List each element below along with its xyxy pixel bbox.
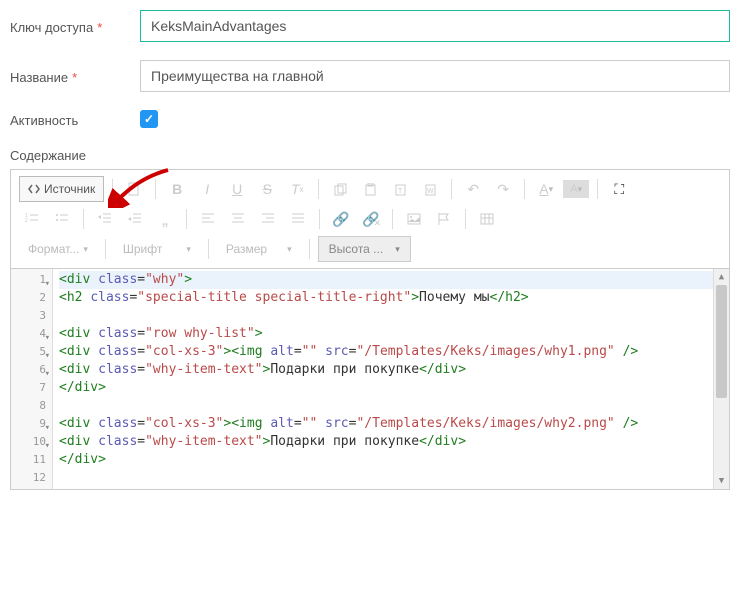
code-line[interactable]: </div>: [59, 451, 723, 469]
svg-text:2: 2: [25, 218, 28, 224]
image-button[interactable]: [401, 206, 427, 232]
flag-icon: [437, 212, 451, 226]
label-access-key: Ключ доступа*: [10, 18, 140, 35]
blockquote-button[interactable]: „: [152, 206, 178, 232]
font-dropdown[interactable]: Шрифт▾: [114, 236, 200, 262]
maximize-button[interactable]: ⛶: [606, 176, 632, 202]
code-line[interactable]: <div class="col-xs-3"><img alt="" src="/…: [59, 343, 723, 361]
copy-button[interactable]: [327, 176, 353, 202]
name-input[interactable]: [140, 60, 730, 92]
source-button[interactable]: Источник: [19, 176, 104, 202]
paste-icon: [364, 183, 377, 196]
flag-button[interactable]: [431, 206, 457, 232]
remove-format-button[interactable]: Tx: [284, 176, 310, 202]
table-button[interactable]: [474, 206, 500, 232]
editor-toolbar: Источник B I U S Tx T W ↶ ↷ A▾ A▾ ⛶ 12: [11, 170, 729, 269]
code-line[interactable]: <div class="col-xs-3"><img alt="" src="/…: [59, 487, 723, 489]
height-dropdown[interactable]: Высота ...▾: [318, 236, 411, 262]
ol-icon: 12: [25, 212, 39, 226]
underline-button[interactable]: U: [224, 176, 250, 202]
undo-button[interactable]: ↶: [460, 176, 486, 202]
align-right-button[interactable]: [255, 206, 281, 232]
outdent-button[interactable]: [92, 206, 118, 232]
label-active: Активность: [10, 111, 140, 128]
indent-button[interactable]: [122, 206, 148, 232]
align-right-icon: [261, 212, 275, 226]
size-dropdown[interactable]: Размер▾: [217, 236, 301, 262]
format-dropdown[interactable]: Формат...▾: [19, 236, 97, 262]
paste-word-icon: W: [424, 183, 437, 196]
text-color-button[interactable]: A▾: [533, 176, 559, 202]
active-checkbox[interactable]: ✓: [140, 110, 158, 128]
code-line[interactable]: [59, 397, 723, 415]
code-line[interactable]: [59, 307, 723, 325]
indent-icon: [128, 212, 142, 226]
bold-button[interactable]: B: [164, 176, 190, 202]
align-justify-icon: [291, 212, 305, 226]
code-line[interactable]: <h2 class="special-title special-title-r…: [59, 289, 723, 307]
link-button[interactable]: 🔗: [328, 206, 354, 232]
scroll-down-button[interactable]: ▼: [714, 473, 729, 489]
source-icon: [28, 183, 40, 195]
code-line[interactable]: <div class="why-item-text">Подарки при п…: [59, 433, 723, 451]
copy-icon: [334, 183, 347, 196]
line-number-gutter: 1▾234▾5▾6▾789▾10▾111213▾14▾: [11, 269, 53, 489]
image-icon: [407, 212, 421, 226]
source-code-editor[interactable]: 1▾234▾5▾6▾789▾10▾111213▾14▾ <div class="…: [11, 269, 729, 489]
unlink-button[interactable]: 🔗✕: [358, 206, 384, 232]
outdent-icon: [98, 212, 112, 226]
paste-word-button[interactable]: W: [417, 176, 443, 202]
code-line[interactable]: <div class="why">: [59, 271, 723, 289]
svg-text:W: W: [427, 188, 434, 195]
page-icon: [127, 182, 141, 196]
code-line[interactable]: <div class="why-item-text">Подарки при п…: [59, 361, 723, 379]
paste-text-icon: T: [394, 183, 407, 196]
italic-button[interactable]: I: [194, 176, 220, 202]
align-left-button[interactable]: [195, 206, 221, 232]
access-key-input[interactable]: [140, 10, 730, 42]
align-left-icon: [201, 212, 215, 226]
code-line[interactable]: [59, 469, 723, 487]
bg-color-button[interactable]: A▾: [563, 180, 589, 198]
table-icon: [480, 212, 494, 226]
strike-button[interactable]: S: [254, 176, 280, 202]
vertical-scrollbar[interactable]: ▲ ▼: [713, 269, 729, 489]
scroll-up-button[interactable]: ▲: [714, 269, 729, 285]
paste-button[interactable]: [357, 176, 383, 202]
bullet-list-button[interactable]: [49, 206, 75, 232]
numbered-list-button[interactable]: 12: [19, 206, 45, 232]
align-center-icon: [231, 212, 245, 226]
svg-text:T: T: [398, 188, 403, 195]
redo-button[interactable]: ↷: [490, 176, 516, 202]
editor-container: Источник B I U S Tx T W ↶ ↷ A▾ A▾ ⛶ 12: [10, 169, 730, 490]
ul-icon: [55, 212, 69, 226]
label-name: Название*: [10, 68, 140, 85]
code-line[interactable]: <div class="row why-list">: [59, 325, 723, 343]
code-line[interactable]: </div>: [59, 379, 723, 397]
paste-text-button[interactable]: T: [387, 176, 413, 202]
align-justify-button[interactable]: [285, 206, 311, 232]
label-content: Содержание: [10, 146, 140, 163]
code-line[interactable]: <div class="col-xs-3"><img alt="" src="/…: [59, 415, 723, 433]
align-center-button[interactable]: [225, 206, 251, 232]
new-page-button[interactable]: [121, 176, 147, 202]
